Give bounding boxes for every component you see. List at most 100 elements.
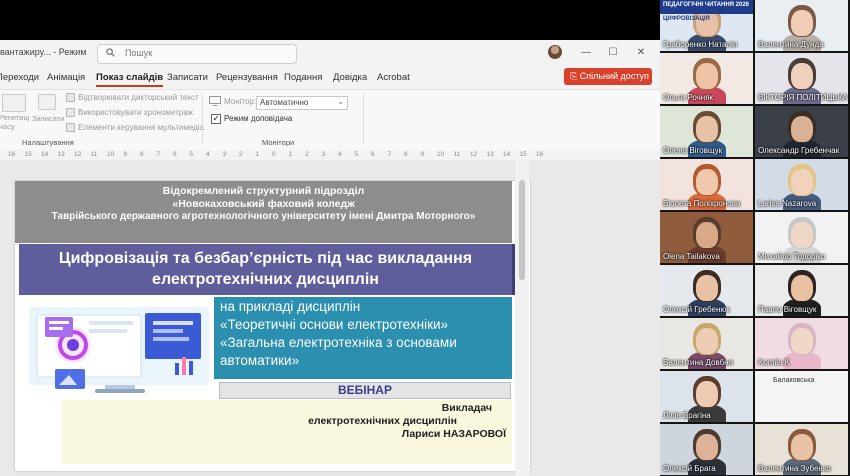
- author-box: Викладач електротехнічних дисциплін Лари…: [62, 400, 512, 464]
- timings-checkbox[interactable]: [66, 108, 75, 117]
- participant-name: Ольга Рочняк: [663, 93, 714, 102]
- media-controls-checkbox[interactable]: [66, 123, 75, 132]
- participant-video: [696, 63, 718, 89]
- participant-tile[interactable]: Лілія Брагіна: [660, 371, 753, 422]
- participant-video: [791, 116, 813, 142]
- minimize-button[interactable]: —: [578, 46, 594, 60]
- participant-tile[interactable]: ПЕДАГОГІЧНІ ЧИТАННЯ 2026 ЦИФРОВІЗАЦІЯ Граб…: [660, 0, 753, 51]
- narration-checkbox[interactable]: [66, 93, 75, 102]
- participant-tile[interactable]: Михайло Тодоріко: [755, 212, 848, 263]
- participant-tile[interactable]: Віолета Поліхронова: [660, 159, 753, 210]
- monitors-group-label: Монітори: [262, 138, 295, 147]
- participant-tile[interactable]: Павло Віговщук: [755, 265, 848, 316]
- group-separator: [202, 94, 203, 144]
- monitor-icon: [209, 96, 221, 106]
- tab-acrobat[interactable]: Acrobat: [377, 72, 410, 83]
- chevron-down-icon: ⌄: [337, 97, 344, 106]
- ruler-label: 2: [239, 151, 243, 158]
- organization-header: Відокремлений структурний підрозділ «Нов…: [15, 181, 512, 243]
- group-separator: [363, 94, 364, 144]
- participant-video: [791, 328, 813, 354]
- ruler-label: 5: [354, 151, 359, 158]
- tab-transitions[interactable]: Переходи: [0, 72, 39, 83]
- tab-view[interactable]: Подання: [284, 72, 322, 83]
- participant-tile[interactable]: ВІКТОРІЯ ПОЛІТИЦЬКА: [755, 53, 848, 104]
- rehearse-timing-icon[interactable]: [2, 94, 26, 112]
- record-button[interactable]: Записати: [32, 114, 64, 123]
- subtitle-line-4: автоматики»: [220, 353, 300, 368]
- monitor-select[interactable]: Автоматично ⌄: [256, 96, 348, 110]
- participant-video: [791, 275, 813, 301]
- author-line-2: електротехнічних дисциплін: [308, 415, 457, 427]
- participant-name: Віолета Поліхронова: [663, 199, 741, 208]
- user-avatar[interactable]: [548, 45, 562, 59]
- webinar-label: ВЕБІНАР: [219, 382, 511, 399]
- tab-help[interactable]: Довідка: [333, 72, 367, 83]
- top-bar: [0, 0, 660, 40]
- ruler-label: 12: [470, 151, 478, 158]
- participant-tile[interactable]: Ольга Рочняк: [660, 53, 753, 104]
- participant-tile[interactable]: Larisa Nazarova: [755, 159, 848, 210]
- media-controls-label: Елементи керування мультимедіа: [78, 123, 204, 132]
- ruler-label: 1: [288, 151, 293, 158]
- participant-name: Olena Tailakova: [663, 252, 720, 261]
- participant-name: Komila K: [758, 358, 791, 367]
- document-title: вантажиру... - Режим: [0, 47, 87, 57]
- participant-tile[interactable]: Валентина Зубенко: [755, 424, 848, 475]
- rehearse-timing-button[interactable]: Репетиція часу: [0, 113, 29, 131]
- ruler-label: 12: [74, 151, 82, 158]
- participant-tile[interactable]: Олександр Гребенчак: [755, 106, 848, 157]
- ruler-label: 7: [387, 151, 392, 158]
- ruler-label: 10: [107, 151, 115, 158]
- search-icon: [106, 48, 115, 57]
- author-line-1: Викладач: [441, 402, 492, 414]
- ruler-label: 3: [222, 151, 227, 158]
- ruler-label: 14: [41, 151, 49, 158]
- participant-video: [696, 434, 718, 460]
- ruler-label: 13: [486, 151, 494, 158]
- ruler-label: 16: [8, 151, 16, 158]
- vertical-scrollbar[interactable]: [515, 160, 529, 476]
- participant-tile[interactable]: Валентина Довбня: [660, 318, 753, 369]
- ruler-label: 1: [255, 151, 260, 158]
- ruler-label: 9: [420, 151, 425, 158]
- participant-name: Михайло Тодоріко: [758, 252, 826, 261]
- participant-tile[interactable]: Валентина Дунда: [755, 0, 848, 51]
- tab-slideshow[interactable]: Показ слайдів: [96, 72, 164, 87]
- record-icon[interactable]: [38, 94, 56, 110]
- narration-label: Відтворювати дикторський текст: [78, 93, 199, 102]
- tab-animation[interactable]: Анімація: [47, 72, 85, 83]
- monitor-label: Монітор:: [224, 97, 257, 106]
- participant-tile[interactable]: Олена Віговщук: [660, 106, 753, 157]
- participant-tile[interactable]: Komila K: [755, 318, 848, 369]
- subtitle-box: на прикладі дисциплін «Теоретичні основи…: [214, 297, 512, 379]
- setup-group-label: Налаштування: [22, 138, 74, 147]
- ruler-label: 4: [338, 151, 342, 158]
- tab-review[interactable]: Рецензування: [216, 72, 278, 83]
- participant-name: Граборенко Наталія: [663, 40, 738, 49]
- maximize-button[interactable]: ☐: [605, 46, 621, 60]
- participant-tile[interactable]: Олексій Брага: [660, 424, 753, 475]
- ribbon-body: Репетиція часу Записати Відтворювати дик…: [0, 89, 660, 151]
- participant-tile[interactable]: Olena Tailakova: [660, 212, 753, 263]
- powerpoint-window: вантажиру... - Режим Пошук — ☐ ✕ Переход…: [0, 40, 660, 476]
- tab-record[interactable]: Записати: [167, 72, 208, 83]
- participant-name: Larisa Nazarova: [758, 199, 817, 208]
- presenter-view-label: Режим доповідача: [224, 114, 293, 123]
- close-button[interactable]: ✕: [633, 46, 649, 60]
- participant-video: [791, 63, 813, 89]
- participant-video: [696, 381, 718, 407]
- participant-video: [791, 10, 813, 36]
- participant-video: [696, 116, 718, 142]
- search-box[interactable]: Пошук: [97, 44, 297, 64]
- presenter-view-checkbox[interactable]: ✓: [211, 114, 221, 124]
- ruler-label: 9: [123, 151, 128, 158]
- participant-video: [696, 328, 718, 354]
- participant-tile[interactable]: Балаковська: [755, 371, 848, 422]
- share-button[interactable]: ⎘ Спільний доступ ▾: [564, 68, 652, 98]
- ruler-label: 11: [90, 151, 98, 158]
- share-icon: ⎘: [570, 71, 578, 81]
- slide[interactable]: Відокремлений структурний підрозділ «Нов…: [15, 181, 530, 471]
- participant-tile[interactable]: Олексій Гребенюк: [660, 265, 753, 316]
- scrollbar-thumb[interactable]: [519, 180, 525, 280]
